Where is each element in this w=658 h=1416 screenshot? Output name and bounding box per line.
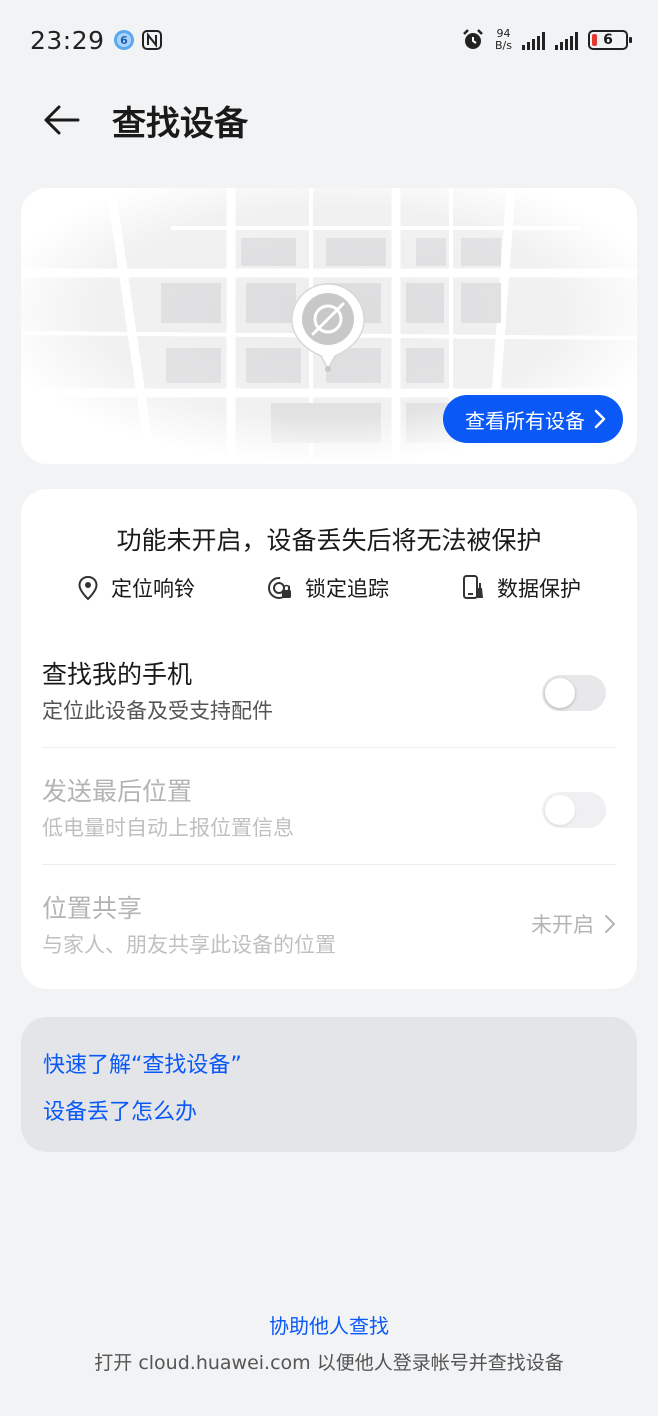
row-subtitle: 与家人、朋友共享此设备的位置 [42,933,336,957]
chevron-right-icon [594,409,606,429]
status-left-icons: 6 [113,29,163,51]
map-card[interactable]: 查看所有设备 [21,188,637,464]
row-title: 位置共享 [42,894,143,923]
find-device-page: 23:29 6 94 B/s 6 查找设备 查看所有设备 功能未开启，设备丢失后… [0,0,658,1416]
help-others-find-link[interactable]: 协助他人查找 [0,1310,658,1339]
back-button[interactable] [30,88,94,152]
find-my-phone-toggle[interactable] [542,675,606,711]
net-speed: 94 B/s [495,28,512,52]
signal-icon [555,30,578,50]
signal-icon [522,30,545,50]
feature-item: 定位响铃 [77,573,195,603]
feature-item: 数据保护 [461,573,581,603]
bubble-6-icon: 6 [113,30,134,50]
feature-list: 定位响铃 锁定追踪 数据保护 [21,573,637,603]
toggle-knob [545,795,575,825]
svg-text:6: 6 [120,34,128,47]
find-my-phone-row[interactable]: 查找我的手机 定位此设备及受支持配件 [42,631,616,747]
feature-item: 锁定追踪 [267,573,389,603]
feature-label: 定位响铃 [111,577,195,601]
send-last-location-row[interactable]: 发送最后位置 低电量时自动上报位置信息 [42,748,616,864]
settings-card: 功能未开启，设备丢失后将无法被保护 定位响铃 锁定追踪 数据保护 查找我的手机 … [21,489,637,989]
send-last-location-toggle[interactable] [542,792,606,828]
feature-label: 数据保护 [497,577,581,601]
nfc-icon [141,30,162,50]
back-arrow-icon [44,105,80,135]
phone-clean-icon [463,575,483,599]
row-subtitle: 低电量时自动上报位置信息 [42,816,294,840]
net-speed-unit: B/s [495,39,512,52]
lost-device-help-link[interactable]: 设备丢了怎么办 [43,1094,197,1126]
footer-note: 打开 cloud.huawei.com 以便他人登录帐号并查找设备 [94,1352,564,1374]
warning-title: 功能未开启，设备丢失后将无法被保护 [116,526,542,555]
status-bar: 23:29 6 94 B/s 6 [0,0,658,80]
header: 查找设备 [0,88,658,152]
location-pin-icon [78,575,98,601]
view-all-devices-button[interactable]: 查看所有设备 [443,395,623,443]
location-sharing-value: 未开启 [531,909,616,939]
status-time: 23:29 [30,25,105,55]
learn-find-device-link[interactable]: 快速了解“查找设备” [43,1047,242,1079]
page-title: 查找设备 [112,103,248,144]
alarm-icon [463,29,483,49]
battery-icon: 6 [588,30,632,50]
location-sharing-row[interactable]: 位置共享 与家人、朋友共享此设备的位置 未开启 [42,865,616,981]
row-title: 发送最后位置 [42,777,193,806]
lock-track-icon [268,577,291,599]
chevron-right-icon [605,915,615,933]
view-all-devices-label: 查看所有设备 [465,408,585,433]
feature-label: 锁定追踪 [305,577,389,601]
help-card: 快速了解“查找设备” 设备丢了怎么办 [21,1017,637,1152]
row-value-label: 未开启 [531,913,594,937]
battery-level: 6 [603,32,613,48]
status-right: 94 B/s 6 [461,28,632,52]
row-subtitle: 定位此设备及受支持配件 [42,699,273,723]
row-title: 查找我的手机 [42,660,193,689]
toggle-knob [545,678,575,708]
